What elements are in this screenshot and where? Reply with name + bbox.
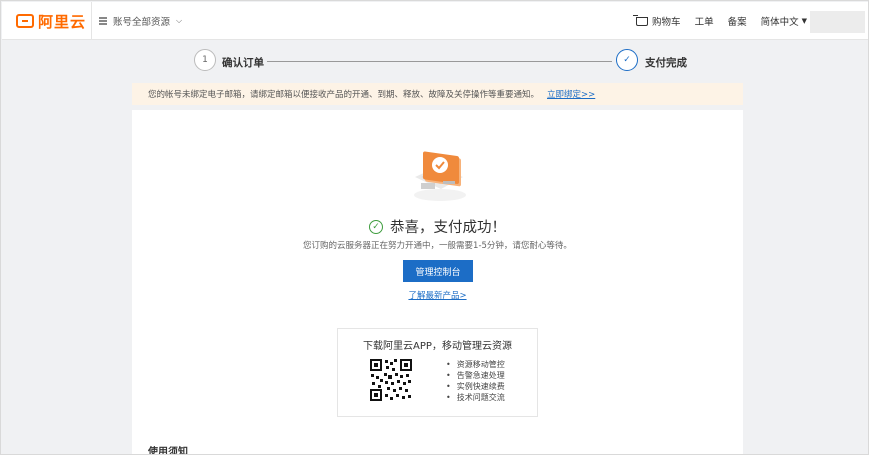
success-title: 恭喜，支付成功！ (390, 220, 506, 236)
logo-mark-icon (16, 14, 34, 28)
latest-products-link[interactable]: 了解最新产品> (132, 289, 743, 301)
step-1-label: 确认订单 (222, 57, 264, 69)
account-avatar[interactable] (810, 11, 865, 33)
bind-now-link[interactable]: 立即绑定>> (547, 88, 595, 100)
cart-link[interactable]: 购物车 (633, 14, 681, 28)
email-bind-notice: 您的帐号未绑定电子邮箱，请绑定邮箱以便接收产品的开通、到期、释放、故障及关停操作… (132, 83, 743, 105)
qr-code-icon (369, 358, 413, 402)
header-divider (91, 2, 92, 40)
success-message: ✓ 恭喜，支付成功！ (132, 216, 743, 237)
app-download-box: 下载阿里云APP，移动管理云资源 • 资源移动管控 • 告警急速处理 • 实例快… (337, 328, 538, 417)
step-2-check-icon: ✓ (616, 49, 638, 71)
chevron-down-icon: ⌵ (176, 16, 183, 25)
success-check-icon: ✓ (369, 219, 383, 234)
app-feature-list: 资源移动管控 告警急速处理 实例快速续费 技术问题交流 (446, 359, 505, 403)
record-link[interactable]: 备案 (728, 14, 747, 28)
app-feature-item: 技术问题交流 (446, 392, 505, 403)
payment-success-illustration-icon (414, 151, 466, 201)
app-feature-item: 资源移动管控 (446, 359, 505, 370)
list-icon (99, 17, 107, 25)
step-1-circle: 1 (194, 49, 216, 71)
page-frame: 阿里云 账号全部资源 ⌵ 购物车 工单 备案 简体中文 ▼ 1 确认订单 ✓ 支… (0, 0, 869, 455)
order-steps: 1 确认订单 ✓ 支付完成 (1, 46, 868, 78)
caret-down-icon: ▼ (801, 17, 807, 25)
app-download-title: 下载阿里云APP，移动管理云资源 (363, 341, 512, 352)
ticket-link[interactable]: 工单 (695, 14, 714, 28)
header-nav: 购物车 工单 备案 简体中文 ▼ (633, 14, 807, 28)
language-selector[interactable]: 简体中文 ▼ (761, 14, 807, 28)
cart-icon (633, 14, 649, 26)
usage-notes-heading: 使用须知 (148, 447, 188, 455)
console-button[interactable]: 管理控制台 (403, 260, 473, 282)
aliyun-logo[interactable]: 阿里云 (16, 12, 87, 31)
resource-label: 账号全部资源 (113, 17, 171, 28)
top-bar: 阿里云 账号全部资源 ⌵ 购物车 工单 备案 简体中文 ▼ (2, 2, 868, 40)
logo-text: 阿里云 (38, 12, 87, 31)
language-label: 简体中文 (760, 17, 799, 28)
notice-text: 您的帐号未绑定电子邮箱，请绑定邮箱以便接收产品的开通、到期、释放、故障及关停操作… (148, 90, 540, 100)
cart-label: 购物车 (652, 17, 681, 28)
resource-selector[interactable]: 账号全部资源 ⌵ (99, 14, 182, 28)
app-feature-item: 告警急速处理 (446, 370, 505, 381)
payment-result-card: ✓ 恭喜，支付成功！ 您订购的云服务器正在努力开通中，一般需要1-5分钟，请您耐… (132, 110, 743, 455)
app-feature-item: 实例快速续费 (446, 381, 505, 392)
step-2-label: 支付完成 (645, 57, 687, 69)
step-connector (267, 61, 612, 62)
provisioning-note: 您订购的云服务器正在努力开通中，一般需要1-5分钟，请您耐心等待。 (303, 241, 572, 251)
